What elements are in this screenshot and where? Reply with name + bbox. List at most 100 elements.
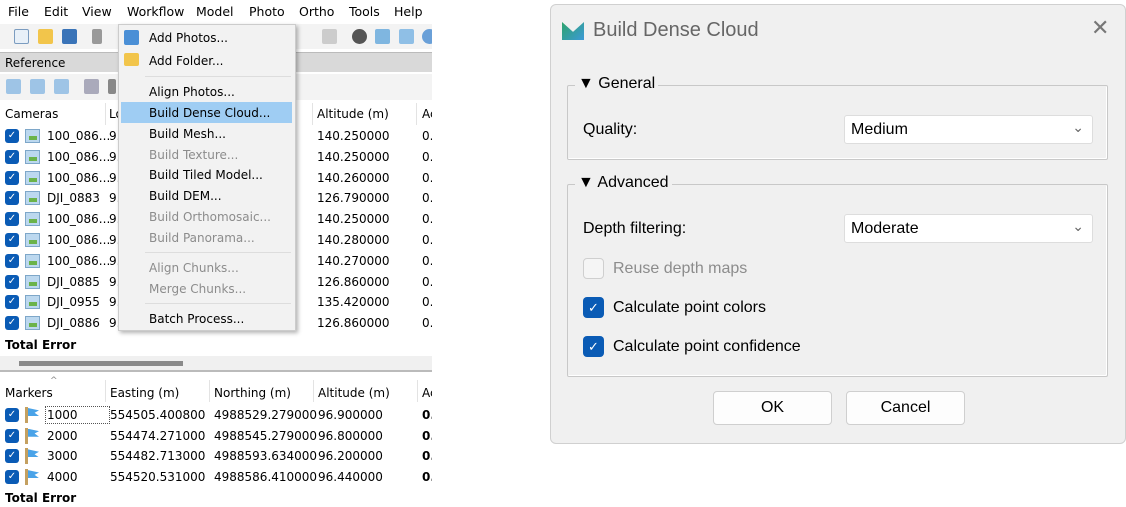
general-section-toggle[interactable]: ▼ General: [575, 75, 659, 93]
menu-help[interactable]: Help: [394, 4, 423, 19]
marker-name: 4000: [47, 470, 78, 485]
menu-file[interactable]: File: [8, 4, 29, 19]
marker-enabled-checkbox[interactable]: ✓: [5, 449, 19, 464]
column-header-easting[interactable]: Easting (m): [110, 386, 179, 400]
marker-altitude: 96.900000: [318, 408, 383, 422]
reuse-depth-maps-checkbox[interactable]: [583, 258, 604, 279]
marker-name: 2000: [47, 428, 78, 443]
marker-enabled-checkbox[interactable]: ✓: [5, 428, 19, 443]
menu-item-add-folder[interactable]: Add Folder...: [149, 54, 223, 68]
column-header-accuracy[interactable]: Ac: [422, 107, 432, 121]
camera-enabled-checkbox[interactable]: ✓: [5, 253, 19, 268]
camera-enabled-checkbox[interactable]: ✓: [5, 274, 19, 289]
advanced-section-toggle[interactable]: ▼ Advanced: [575, 174, 672, 192]
menu-item-build-panorama[interactable]: Build Panorama...: [149, 231, 255, 245]
camera-enabled-checkbox[interactable]: ✓: [5, 295, 19, 310]
marker-enabled-checkbox[interactable]: ✓: [5, 408, 19, 422]
menu-item-build-tiled-model[interactable]: Build Tiled Model...: [149, 168, 263, 182]
undo-icon[interactable]: [92, 29, 102, 44]
column-header-markers[interactable]: Markers: [5, 386, 53, 400]
marker-accuracy: 0.: [422, 470, 432, 485]
menu-item-build-dem[interactable]: Build DEM...: [149, 189, 222, 203]
camera-accuracy: 0.:: [422, 295, 432, 310]
general-label: General: [598, 75, 656, 92]
camera-name: 100_086...: [47, 233, 111, 247]
column-header-northing[interactable]: Northing (m): [214, 386, 291, 400]
camera-enabled-checkbox[interactable]: ✓: [5, 316, 19, 331]
ok-button[interactable]: OK: [713, 391, 832, 425]
marker-row[interactable]: ✓ 2000 554474.271000 4988545.279000 96.8…: [0, 426, 432, 447]
column-header-accuracy[interactable]: Ac: [422, 386, 432, 400]
wrench-icon[interactable]: [108, 79, 116, 94]
marker-enabled-checkbox[interactable]: ✓: [5, 470, 19, 485]
marker-row[interactable]: ✓ 4000 554520.531000 4988586.410000 96.4…: [0, 467, 432, 488]
save-icon[interactable]: [62, 29, 77, 44]
photo-icon: [25, 295, 40, 310]
camera-accuracy: 0.:: [422, 212, 432, 227]
camera-enabled-checkbox[interactable]: ✓: [5, 233, 19, 247]
horizontal-scrollbar[interactable]: [0, 356, 432, 372]
menu-model[interactable]: Model: [196, 4, 234, 19]
marker-row[interactable]: ✓ 3000 554482.713000 4988593.634000 96.2…: [0, 446, 432, 467]
camera-altitude: 140.250000: [317, 129, 390, 143]
camera-altitude: 126.860000: [317, 274, 390, 289]
camera-enabled-checkbox[interactable]: ✓: [5, 129, 19, 143]
metashape-main-window: File Edit View Workflow Model Photo Orth…: [0, 0, 432, 507]
camera-enabled-checkbox[interactable]: ✓: [5, 170, 19, 185]
column-header-cameras[interactable]: Cameras: [5, 107, 58, 121]
open-folder-icon[interactable]: [38, 29, 53, 44]
export-icon[interactable]: [30, 79, 45, 94]
menu-ortho[interactable]: Ortho: [299, 4, 334, 19]
marker-easting: 554520.531000: [110, 470, 206, 485]
menu-item-build-texture[interactable]: Build Texture...: [149, 148, 238, 162]
calculate-point-colors-checkbox[interactable]: ✓: [583, 297, 604, 318]
menu-item-align-photos[interactable]: Align Photos...: [149, 85, 235, 99]
scrollbar-thumb[interactable]: [19, 361, 183, 366]
depth-filtering-select[interactable]: Moderate ⌄: [844, 214, 1093, 243]
shading-icon[interactable]: [352, 29, 367, 44]
marker-row[interactable]: ✓ 1000 554505.400800 4988529.279000 96.9…: [0, 405, 432, 426]
camera-accuracy: 0.:: [422, 191, 432, 206]
camera-accuracy: 0.:: [422, 170, 432, 185]
globe-icon[interactable]: [422, 29, 432, 44]
close-icon[interactable]: ✕: [1091, 15, 1109, 41]
menu-item-batch-process[interactable]: Batch Process...: [149, 312, 244, 326]
camera-alt-icon[interactable]: [399, 29, 414, 44]
build-dense-cloud-dialog: Build Dense Cloud ✕ ▼ General Quality: M…: [550, 4, 1126, 444]
cancel-button[interactable]: Cancel: [846, 391, 965, 425]
camera-name: 100_086...: [47, 129, 111, 143]
camera-altitude: 135.420000: [317, 295, 390, 310]
menu-photo[interactable]: Photo: [249, 4, 285, 19]
add-folder-icon: [124, 53, 139, 66]
camera-enabled-checkbox[interactable]: ✓: [5, 149, 19, 164]
calculate-point-confidence-checkbox[interactable]: ✓: [583, 336, 604, 357]
menu-edit[interactable]: Edit: [44, 4, 68, 19]
calculator-icon[interactable]: [84, 79, 99, 94]
markers-total-error: Total Error: [5, 491, 77, 505]
menu-tools[interactable]: Tools: [349, 4, 380, 19]
menu-item-build-dense-cloud[interactable]: Build Dense Cloud...: [149, 106, 270, 120]
convert-icon[interactable]: [54, 79, 69, 94]
camera-accuracy: 0.:: [422, 129, 432, 143]
menu-item-add-photos[interactable]: Add Photos...: [149, 31, 228, 45]
import-icon[interactable]: [6, 79, 21, 94]
camera-name: 100_086...: [47, 170, 111, 185]
menu-view[interactable]: View: [82, 4, 112, 19]
add-photos-icon: [124, 30, 139, 45]
menu-workflow[interactable]: Workflow: [127, 4, 184, 19]
chevron-down-icon: ⌄: [1072, 119, 1084, 135]
quality-label: Quality:: [583, 121, 638, 138]
quality-select[interactable]: Medium ⌄: [844, 115, 1093, 144]
camera-enabled-checkbox[interactable]: ✓: [5, 191, 19, 206]
menu-item-build-mesh[interactable]: Build Mesh...: [149, 127, 226, 141]
camera-enabled-checkbox[interactable]: ✓: [5, 212, 19, 227]
new-file-icon[interactable]: [14, 29, 29, 44]
column-header-altitude[interactable]: Altitude (m): [318, 386, 390, 400]
menu-item-align-chunks[interactable]: Align Chunks...: [149, 261, 239, 275]
camera-name: 100_086...: [47, 212, 111, 227]
column-header-altitude[interactable]: Altitude (m): [317, 107, 389, 121]
camera-icon[interactable]: [375, 29, 390, 44]
menu-item-build-orthomosaic[interactable]: Build Orthomosaic...: [149, 210, 271, 224]
menu-item-merge-chunks[interactable]: Merge Chunks...: [149, 282, 246, 296]
toolbar-tool-icon[interactable]: [322, 29, 337, 44]
